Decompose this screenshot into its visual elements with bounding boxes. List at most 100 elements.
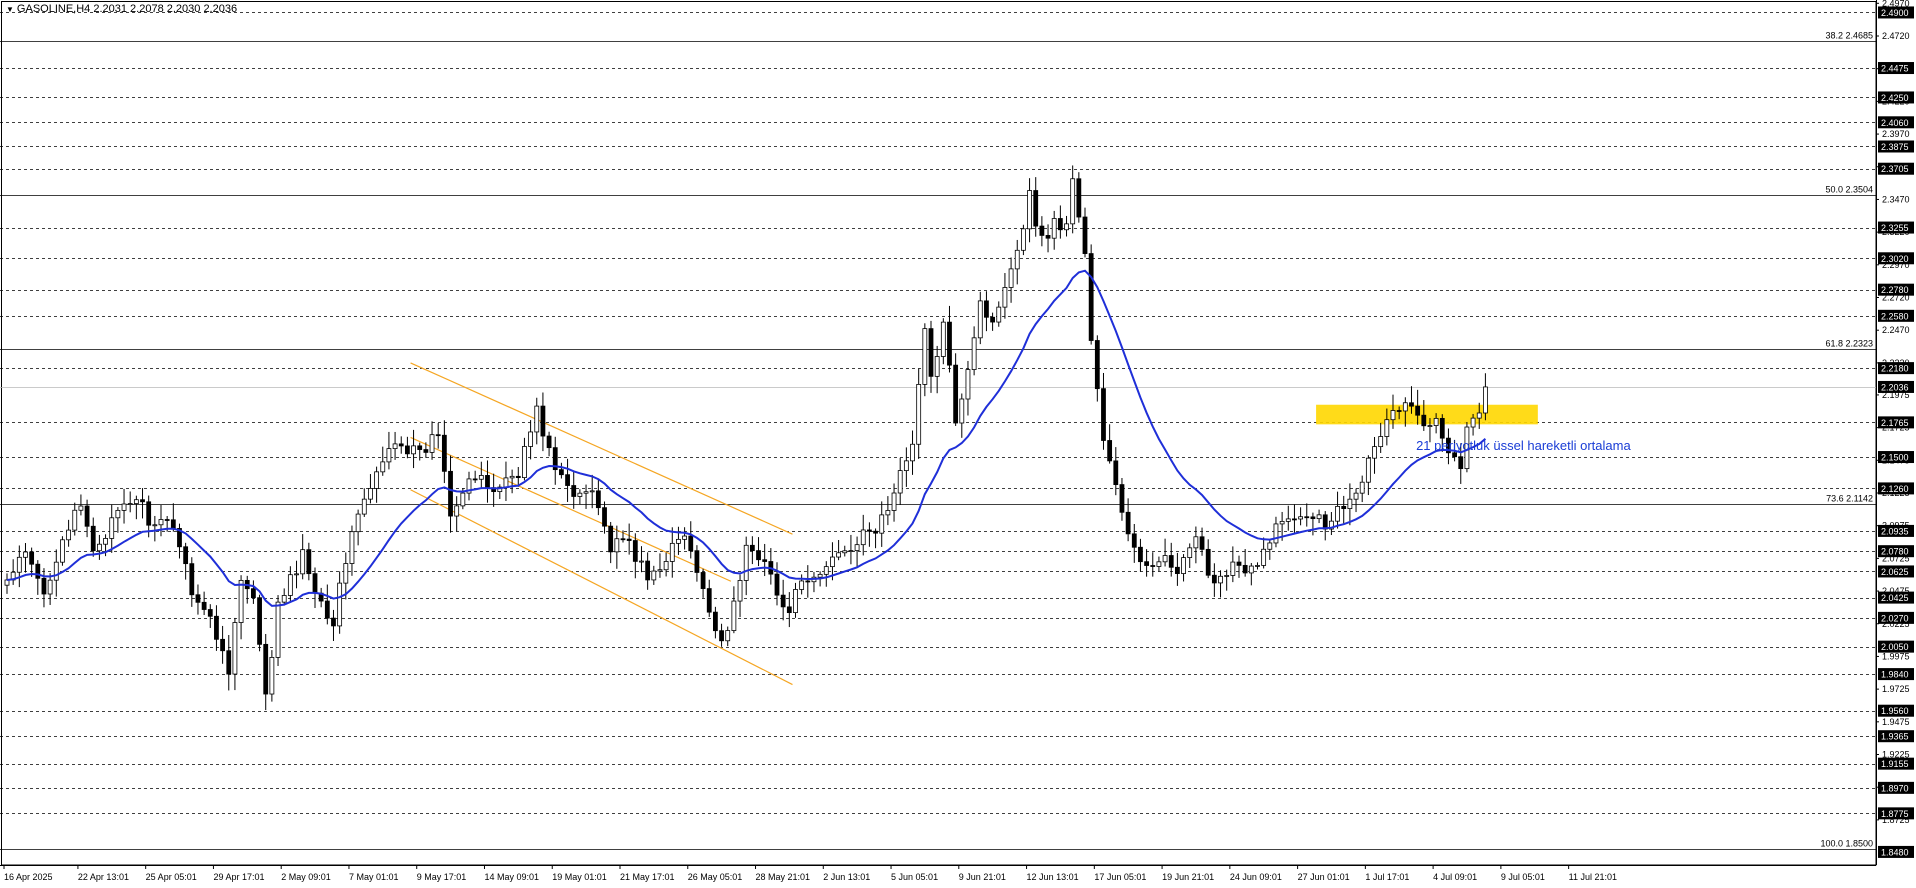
price-box-label: 2.2580 [1881, 311, 1909, 321]
candle-body [1193, 536, 1199, 549]
candle-body [990, 316, 995, 323]
candle-body [669, 542, 675, 562]
candle-body [478, 475, 484, 480]
candle-body [189, 563, 195, 596]
candle-body [343, 563, 349, 584]
candle-body [1014, 249, 1020, 270]
price-box-label: 1.8775 [1881, 809, 1909, 819]
candle-body [35, 563, 41, 579]
x-tick-label: 24 Jun 09:01 [1230, 872, 1282, 882]
candle-body [140, 499, 145, 503]
candle-body [158, 519, 164, 526]
x-tick-label: 26 May 05:01 [688, 872, 743, 882]
candle-body [269, 657, 275, 695]
candle-body [1107, 440, 1113, 462]
candle-body [676, 538, 681, 544]
candle-body [41, 577, 47, 595]
candle-body [1002, 287, 1008, 308]
candle-body [1359, 481, 1365, 494]
triangle-down-icon[interactable]: ▼ [6, 5, 14, 14]
x-tick-label: 29 Apr 17:01 [213, 872, 264, 882]
candle-body [1125, 511, 1131, 535]
chart-area[interactable]: 38.2 2.4685 50.0 2.3504 61.8 2.2323 73.6 2.… [0, 0, 1916, 888]
candle-body [1131, 533, 1137, 548]
candle-body [287, 574, 293, 596]
candle-body [1267, 542, 1273, 550]
candle-body [275, 601, 281, 658]
candle-body [60, 539, 65, 563]
candle-body [713, 611, 718, 632]
candle-body [1279, 520, 1285, 525]
candle-body [977, 300, 983, 339]
y-tick-label: 1.9475 [1882, 717, 1910, 727]
price-box-label: 2.0270 [1881, 613, 1909, 623]
candle-body [903, 460, 909, 472]
y-tick-label: 1.9975 [1882, 651, 1910, 661]
y-tick-label: 2.4720 [1882, 31, 1910, 41]
candle-body [706, 588, 712, 613]
candle-body [577, 492, 583, 497]
candle-body [1162, 555, 1168, 563]
candle-body [460, 492, 466, 507]
candle-body [127, 503, 133, 505]
candle-body [441, 434, 447, 472]
x-tick-label: 4 Jul 09:01 [1433, 872, 1477, 882]
candle-body [762, 559, 768, 562]
price-box-label: 2.3705 [1881, 164, 1909, 174]
support-zone [1316, 404, 1538, 425]
candle-body [848, 550, 854, 552]
candle-body [324, 600, 330, 619]
x-tick-label: 27 Jun 01:01 [1298, 872, 1350, 882]
candle-body [1483, 386, 1488, 414]
price-box-label: 2.2180 [1881, 364, 1909, 374]
candle-body [688, 535, 694, 552]
candle-body [885, 510, 891, 516]
candle-body [374, 471, 380, 489]
candle-body [1384, 419, 1390, 437]
plot-frame [1, 1, 1877, 866]
candle-body [589, 490, 595, 493]
candle-body [1458, 456, 1464, 470]
x-tick-label: 9 Jun 21:01 [959, 872, 1006, 882]
y-tick-label: 2.3970 [1882, 129, 1910, 139]
price-box-label: 1.9840 [1881, 670, 1909, 680]
candle-body [799, 580, 805, 590]
candle-body [294, 573, 299, 576]
candle-body [793, 589, 798, 614]
candle-body [1372, 446, 1377, 459]
candle-body [984, 300, 989, 318]
fib-label: 61.8 2.2323 [1825, 339, 1873, 349]
candle-body [1021, 228, 1026, 251]
candle-body [1094, 340, 1100, 390]
candle-body [1335, 506, 1340, 522]
candle-body [1156, 561, 1162, 567]
symbol-header[interactable]: ▼ GASOLINE,H4 2.2031 2.2078 2.2030 2.2036 [6, 3, 237, 15]
candle-body [1341, 506, 1347, 510]
y-tick-label: 2.3470 [1882, 194, 1910, 204]
candle-body [940, 321, 946, 357]
candle-body [860, 529, 866, 546]
candle-body [749, 544, 755, 552]
candle-body [602, 507, 607, 527]
candle-body [1150, 565, 1156, 567]
candle-body [632, 540, 638, 562]
candle-body [1051, 218, 1057, 239]
candle-body [429, 434, 435, 453]
candle-body [417, 445, 423, 450]
candle-body [959, 398, 965, 424]
candle-body [1298, 516, 1303, 520]
x-tick-label: 17 Jun 05:01 [1094, 872, 1146, 882]
fib-label: 100.0 1.8500 [1820, 839, 1873, 849]
candle-body [731, 600, 737, 631]
candle-body [1168, 555, 1174, 568]
candle-body [1076, 178, 1082, 218]
price-box-label: 2.0050 [1881, 642, 1909, 652]
candle-body [842, 550, 848, 554]
candle-body [1409, 402, 1414, 407]
candle-body [1310, 516, 1316, 520]
candle-body [1353, 492, 1359, 500]
candle-body [1008, 268, 1014, 288]
price-box-label: 2.4060 [1881, 118, 1909, 128]
candle-body [805, 580, 811, 583]
candle-body [817, 573, 823, 578]
